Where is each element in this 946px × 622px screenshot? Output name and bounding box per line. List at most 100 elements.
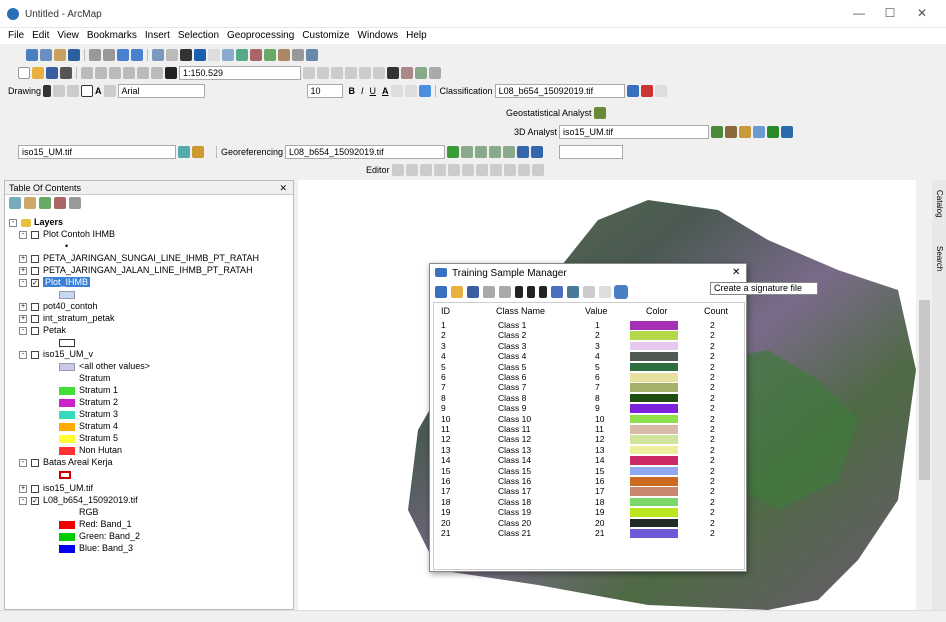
- scroll-thumb[interactable]: [919, 300, 930, 480]
- delete-icon[interactable]: [123, 67, 135, 79]
- line-icon[interactable]: [103, 85, 116, 97]
- toc-layer-pot40[interactable]: + pot40_contoh: [19, 300, 98, 312]
- toc-row-layers[interactable]: - Layers: [9, 216, 63, 228]
- 3d-analyst-menu[interactable]: 3D Analyst: [514, 127, 557, 137]
- reshape-icon[interactable]: [475, 164, 488, 176]
- auto-adjust-icon[interactable]: [503, 146, 516, 158]
- cell-color-swatch[interactable]: [630, 373, 678, 382]
- rectangle-icon[interactable]: [81, 85, 94, 97]
- list-by-visibility-icon[interactable]: [39, 197, 51, 209]
- toc-layer-jalan[interactable]: + PETA_JARINGAN_JALAN_LINE_IHMB_PT_RATAH: [19, 264, 253, 276]
- select-elements-icon[interactable]: [180, 49, 192, 61]
- training-sample-row[interactable]: 15 Class 15 15 2: [434, 466, 735, 476]
- toc-close-button[interactable]: ✕: [279, 181, 287, 195]
- clear-selection-icon[interactable]: [166, 49, 178, 61]
- layer-checkbox-checked[interactable]: ✓: [31, 496, 39, 505]
- cell-color-swatch[interactable]: [630, 393, 678, 403]
- statistics-icon[interactable]: [599, 286, 611, 298]
- cell-color-swatch[interactable]: [630, 477, 678, 486]
- header-color[interactable]: Color: [646, 306, 668, 316]
- cell-color-swatch[interactable]: [630, 362, 678, 372]
- editor-menu[interactable]: Editor: [366, 165, 390, 175]
- catalog-tab[interactable]: Catalog: [934, 190, 944, 242]
- select-features-icon[interactable]: [152, 49, 164, 61]
- add-control-points-icon[interactable]: [447, 146, 460, 158]
- editor-target-field[interactable]: [559, 145, 624, 159]
- rotate-icon[interactable]: [461, 146, 474, 158]
- html-popup-icon[interactable]: [222, 49, 234, 61]
- create-features-icon[interactable]: [531, 164, 544, 176]
- training-sample-row[interactable]: 9 Class 9 9 2: [434, 403, 735, 413]
- training-sample-manager-icon[interactable]: [640, 85, 653, 97]
- zoom-out-icon[interactable]: [40, 49, 52, 61]
- training-sample-row[interactable]: 2 Class 2 2 2: [434, 330, 735, 340]
- font-name-combobox[interactable]: Arial: [117, 84, 205, 98]
- print-icon[interactable]: [60, 67, 72, 79]
- layer-checkbox-checked[interactable]: ✓: [31, 278, 39, 287]
- forward-icon[interactable]: [131, 49, 143, 61]
- menu-view[interactable]: View: [57, 28, 79, 44]
- vertical-scrollbar[interactable]: [918, 180, 931, 610]
- layer-checkbox[interactable]: [31, 350, 39, 359]
- header-class-name[interactable]: Class Name: [496, 306, 545, 316]
- collapse-icon[interactable]: -: [9, 218, 17, 227]
- copy-icon[interactable]: [95, 67, 107, 79]
- training-sample-row[interactable]: 20 Class 20 20 2: [434, 518, 735, 528]
- underline-button[interactable]: U: [370, 86, 377, 96]
- save-icon[interactable]: [46, 67, 58, 79]
- cell-color-swatch[interactable]: [630, 487, 678, 496]
- list-by-selection-icon[interactable]: [54, 197, 66, 209]
- profile-graph-icon[interactable]: [753, 126, 766, 138]
- bold-button[interactable]: B: [349, 86, 356, 96]
- menu-bookmarks[interactable]: Bookmarks: [87, 28, 137, 44]
- toc-layer-batas-areal[interactable]: - Batas Areal Kerja: [19, 456, 113, 468]
- geostatistical-wizard-icon[interactable]: [593, 107, 606, 119]
- menu-file[interactable]: File: [8, 28, 24, 44]
- training-sample-row[interactable]: 16 Class 16 16 2: [434, 476, 735, 486]
- list-by-source-icon[interactable]: [24, 197, 36, 209]
- line-of-sight-icon[interactable]: [739, 126, 752, 138]
- split-icon[interactable]: [483, 286, 495, 298]
- swipe-icon[interactable]: [178, 146, 190, 158]
- zoom-in-icon[interactable]: [26, 49, 38, 61]
- edit-tool-icon[interactable]: [391, 164, 404, 176]
- toc-layer-iso15-um-tif[interactable]: + iso15_UM.tif: [19, 482, 93, 494]
- line-color-icon[interactable]: [404, 85, 417, 97]
- cell-color-swatch[interactable]: [630, 425, 678, 434]
- merge-icon[interactable]: [435, 286, 447, 298]
- cell-color-swatch[interactable]: [630, 404, 678, 413]
- maximize-button[interactable]: ☐: [881, 5, 899, 21]
- end-point-arc-icon[interactable]: [433, 164, 446, 176]
- scatterplot-icon[interactable]: [654, 85, 667, 97]
- shift-icon[interactable]: [475, 146, 488, 158]
- dialog-close-button[interactable]: ✕: [732, 267, 740, 278]
- redo-icon[interactable]: [151, 67, 163, 79]
- arctoolbox-icon[interactable]: [359, 67, 371, 79]
- toc-layer-plot-ihmb[interactable]: - ✓ Plot_IHMB: [19, 276, 91, 288]
- italic-button[interactable]: I: [361, 86, 364, 96]
- cell-color-swatch[interactable]: [630, 341, 678, 351]
- straight-segment-icon[interactable]: [419, 164, 432, 176]
- georeferencing-menu[interactable]: Georeferencing: [221, 147, 283, 157]
- training-sample-row[interactable]: 3 Class 3 3 2: [434, 341, 735, 351]
- measure-icon[interactable]: [236, 49, 248, 61]
- create-viewer-icon[interactable]: [306, 49, 318, 61]
- training-sample-drawing-icon[interactable]: [626, 85, 639, 97]
- menu-selection[interactable]: Selection: [178, 28, 219, 44]
- link-table-icon[interactable]: [517, 146, 530, 158]
- layer-checkbox[interactable]: [31, 326, 39, 335]
- sort-icon[interactable]: [551, 286, 563, 298]
- new-document-icon[interactable]: [18, 67, 30, 79]
- toc-layer-l08[interactable]: - ✓ L08_b654_15092019.tif: [19, 494, 138, 506]
- cut-icon[interactable]: [81, 67, 93, 79]
- cell-color-swatch[interactable]: [630, 321, 678, 330]
- geostatistical-analyst-menu[interactable]: Geostatistical Analyst: [506, 108, 592, 118]
- header-id[interactable]: ID: [441, 306, 450, 316]
- split-icon[interactable]: [461, 164, 474, 176]
- 3d-analyst-layer-combobox[interactable]: iso15_UM.tif: [559, 125, 710, 139]
- layer-checkbox[interactable]: [31, 314, 39, 323]
- modelbuilder-icon[interactable]: [387, 67, 399, 79]
- classification-menu[interactable]: Classification: [440, 86, 493, 96]
- training-sample-row[interactable]: 4 Class 4 4 2: [434, 351, 735, 361]
- python-window-icon[interactable]: [373, 67, 385, 79]
